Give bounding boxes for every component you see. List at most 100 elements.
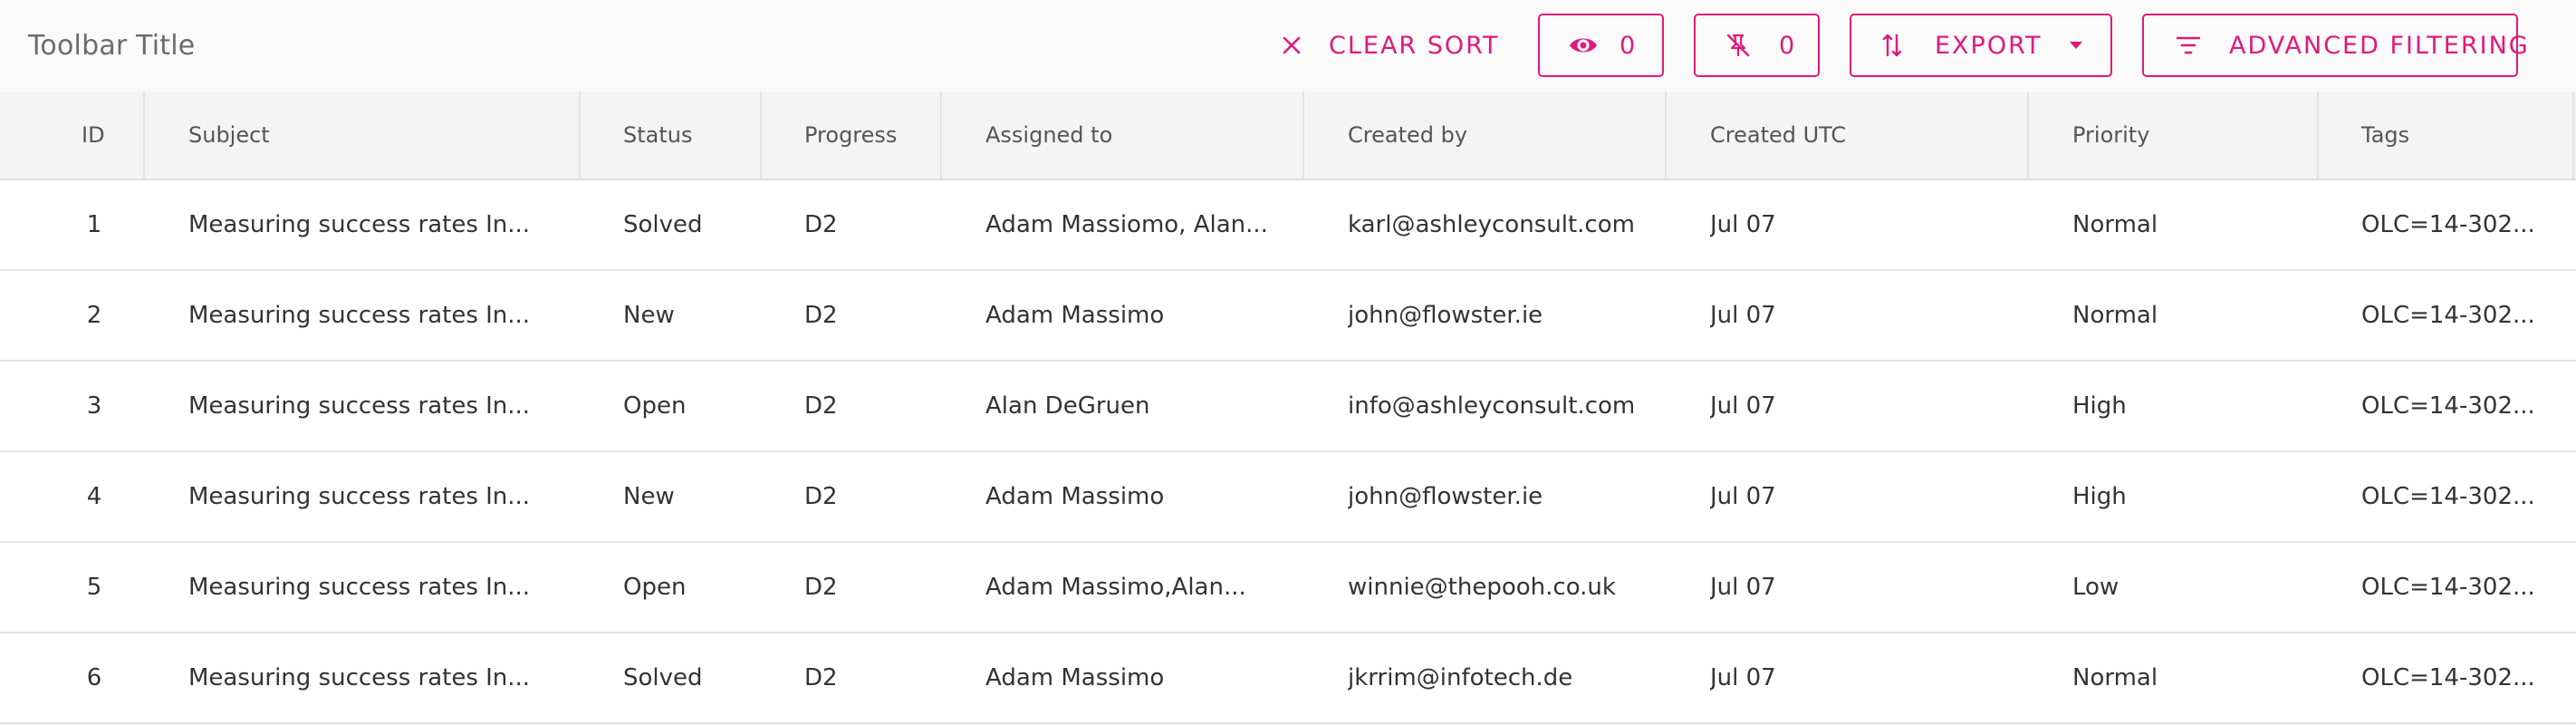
cell-status: Open [623,574,687,601]
column-header-created-utc[interactable]: Created UTC [1710,92,1846,179]
cell-status: Open [623,392,687,420]
cell-id: 4 [86,483,102,510]
cell-created-utc: Jul 07 [1710,664,1776,691]
cell-assigned-to: Alan DeGruen [985,392,1150,420]
column-header-priority[interactable]: Priority [2072,92,2149,179]
column-separator[interactable] [2317,92,2319,179]
cell-id: 3 [86,392,102,420]
advanced-filtering-button[interactable]: ADVANCED FILTERING [2142,14,2528,77]
pinned-columns-button[interactable]: 0 [1694,14,1820,77]
cell-status: Solved [623,211,703,238]
sort-arrows-icon [1882,33,1902,58]
cell-id: 2 [86,302,102,329]
table-row[interactable]: 5 Measuring success rates In... Open D2 … [0,543,2576,633]
column-header-label: Created by [1348,122,1468,148]
cell-subject: Measuring success rates In... [188,211,531,238]
table-row[interactable]: 1 Measuring success rates In... Solved D… [0,180,2576,271]
column-separator[interactable] [2572,92,2574,179]
toolbar-title: Toolbar Title [28,30,196,62]
cell-tags: OLC=14-302... [2361,664,2535,691]
clear-sort-label: CLEAR SORT [1329,31,1500,60]
column-header-status[interactable]: Status [623,92,692,179]
cell-progress: D2 [804,211,838,238]
advanced-filtering-label: ADVANCED FILTERING [2229,31,2530,60]
cell-created-utc: Jul 07 [1710,574,1776,601]
column-separator[interactable] [1665,92,1667,179]
cell-assigned-to: Adam Massimo [985,483,1165,510]
column-header-subject[interactable]: Subject [188,92,270,179]
table-row[interactable]: 6 Measuring success rates In... Solved D… [0,633,2576,724]
column-header-label: Tags [2361,122,2410,148]
column-header-label: Created UTC [1710,122,1847,148]
filter-lines-icon [2177,36,2200,54]
cell-priority: High [2072,392,2127,420]
cell-id: 1 [86,211,102,238]
column-visibility-button[interactable]: 0 [1538,14,1664,77]
column-header-label: Assigned to [985,122,1113,148]
column-header-id[interactable]: ID [82,92,105,179]
column-header-progress[interactable]: Progress [804,92,897,179]
cell-tags: OLC=14-302... [2361,574,2535,601]
cell-created-by: winnie@thepooh.co.uk [1348,574,1616,601]
cell-subject: Measuring success rates In... [188,483,531,510]
cell-subject: Measuring success rates In... [188,302,531,329]
cell-status: New [623,483,675,510]
export-label: EXPORT [1935,31,2043,60]
cell-progress: D2 [804,664,838,691]
column-separator[interactable] [2027,92,2029,179]
cell-subject: Measuring success rates In... [188,664,531,691]
cell-tags: OLC=14-302... [2361,302,2535,329]
column-separator[interactable] [940,92,942,179]
column-header-created-by[interactable]: Created by [1348,92,1467,179]
cell-created-by: karl@ashleyconsult.com [1348,211,1635,238]
column-separator[interactable] [143,92,145,179]
cell-created-by: info@ashleyconsult.com [1348,392,1636,420]
cell-progress: D2 [804,574,838,601]
cell-subject: Measuring success rates In... [188,392,531,420]
cell-status: Solved [623,664,703,691]
cell-id: 5 [86,574,102,601]
cell-priority: Low [2072,574,2119,601]
column-header-label: Subject [188,122,270,148]
cell-progress: D2 [804,483,838,510]
cell-subject: Measuring success rates In... [188,574,531,601]
cell-created-utc: Jul 07 [1710,392,1776,420]
column-separator[interactable] [760,92,762,179]
cell-status: New [623,302,675,329]
cell-assigned-to: Adam Massiomo, Alan... [985,211,1268,238]
unpin-icon [1725,32,1752,59]
column-header-label: Status [623,122,693,148]
export-button[interactable]: EXPORT [1850,14,2112,77]
cell-tags: OLC=14-302... [2361,211,2535,238]
cell-progress: D2 [804,302,838,329]
table-row[interactable]: 2 Measuring success rates In... New D2 A… [0,271,2576,362]
column-separator[interactable] [1302,92,1304,179]
cell-tags: OLC=14-302... [2361,483,2535,510]
cell-priority: Normal [2072,211,2158,238]
clear-sort-button[interactable]: CLEAR SORT [1264,14,1497,77]
column-separator[interactable] [579,92,581,179]
column-header-label: Progress [804,122,898,148]
grid-header: ID Subject Status Progress Assigned to C… [0,92,2576,180]
caret-down-icon[interactable] [2069,41,2083,50]
eye-icon [1569,35,1598,55]
cell-created-utc: Jul 07 [1710,211,1776,238]
cell-priority: Normal [2072,302,2158,329]
cell-assigned-to: Adam Massimo,Alan... [985,574,1246,601]
cell-created-by: john@flowster.ie [1348,483,1543,510]
cell-created-by: jkrrim@infotech.de [1348,664,1573,691]
cell-created-utc: Jul 07 [1710,483,1776,510]
cell-progress: D2 [804,392,838,420]
table-row[interactable]: 4 Measuring success rates In... New D2 A… [0,452,2576,543]
pinned-count: 0 [1779,31,1797,60]
cell-id: 6 [86,664,102,691]
column-header-label: Priority [2072,122,2150,148]
visible-count: 0 [1620,31,1638,60]
column-header-assigned-to[interactable]: Assigned to [985,92,1112,179]
column-header-label: ID [82,122,105,148]
table-row[interactable]: 3 Measuring success rates In... Open D2 … [0,362,2576,452]
close-icon [1282,35,1302,55]
toolbar: Toolbar Title CLEAR SORT 0 0 EXPORT ADVA… [0,0,2576,92]
cell-priority: Normal [2072,664,2158,691]
column-header-tags[interactable]: Tags [2361,92,2409,179]
